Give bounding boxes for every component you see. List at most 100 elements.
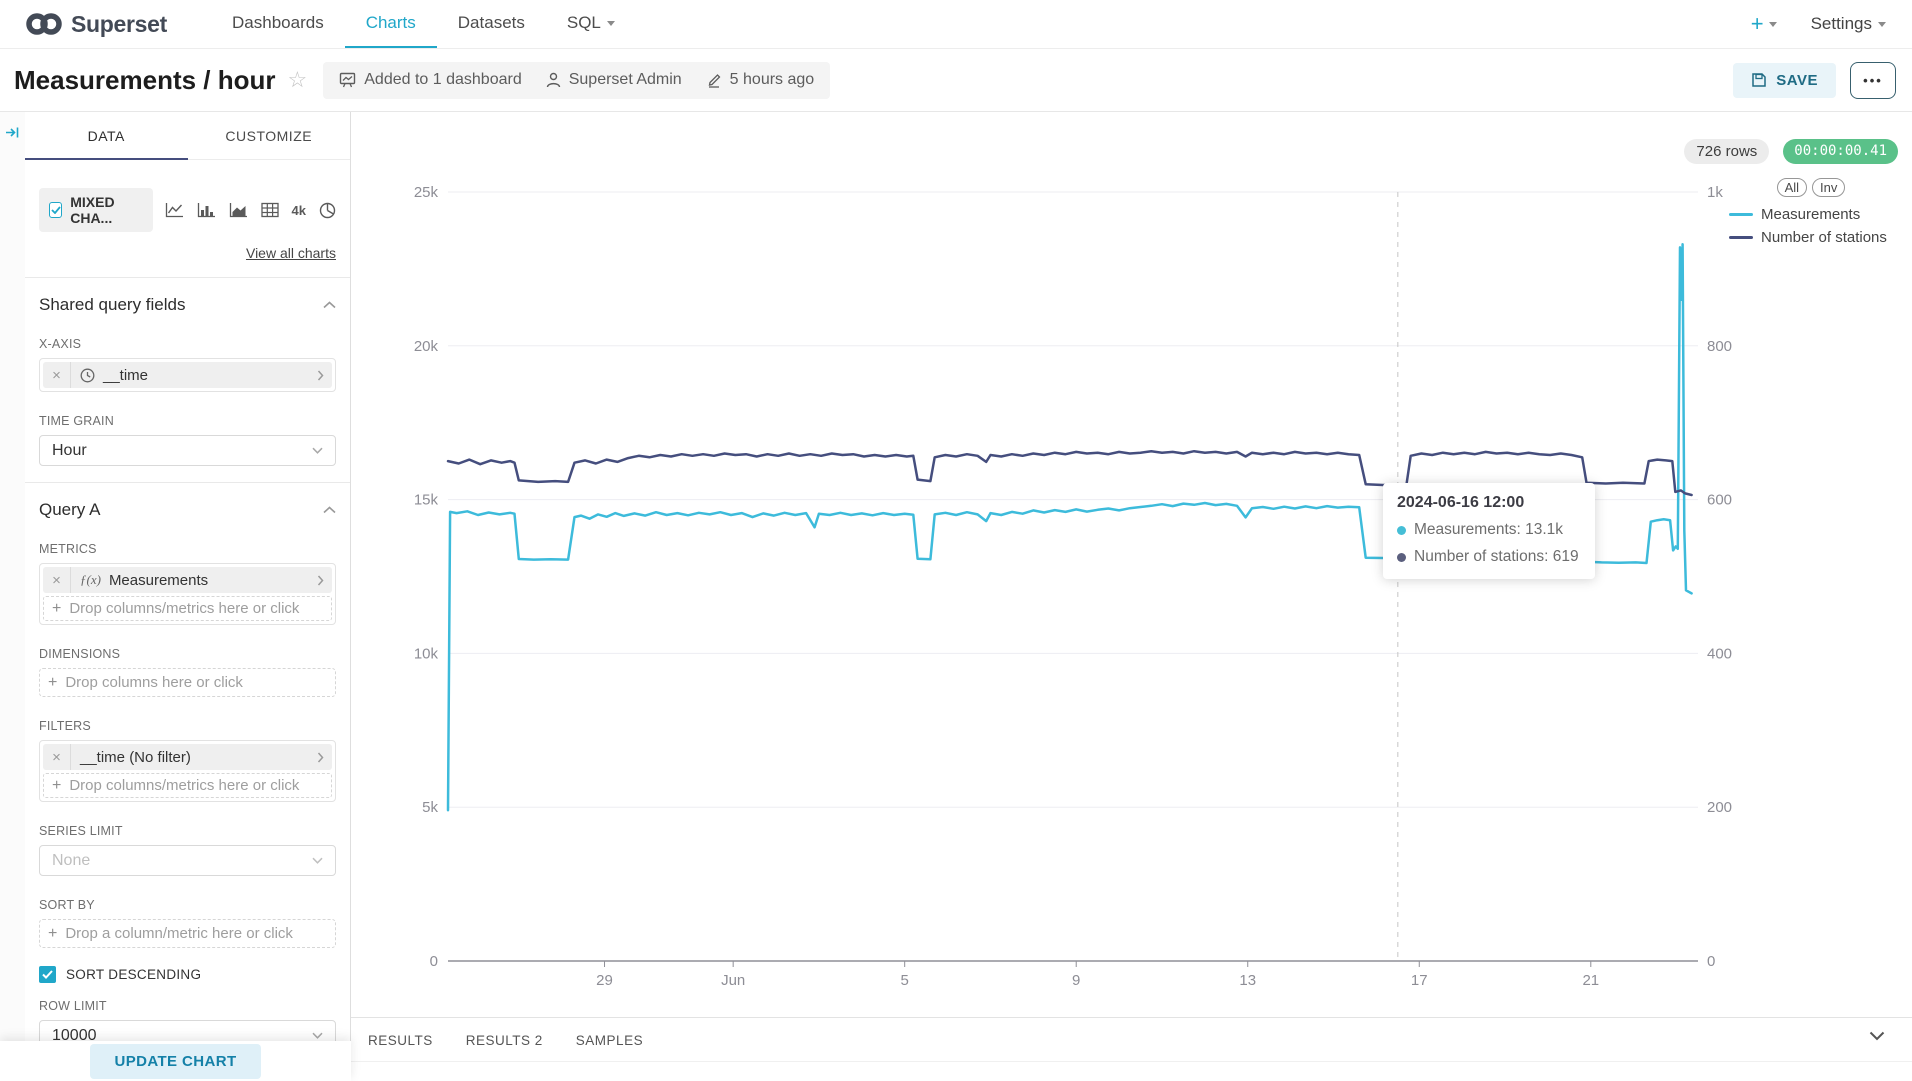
chart-legend: All Inv Measurements Number of stations [1729, 178, 1893, 246]
metrics-label: METRICS [39, 542, 336, 556]
superset-logo[interactable]: Superset [0, 0, 177, 48]
sort-descending-checkbox[interactable]: SORT DESCENDING [39, 966, 336, 983]
results-pane: RESULTS RESULTS 2 SAMPLES [351, 1017, 1912, 1062]
series-limit-label: SERIES LIMIT [39, 824, 336, 838]
series-dot-icon [1397, 553, 1406, 562]
chart-tooltip: 2024-06-16 12:00 Measurements: 13.1k Num… [1383, 483, 1595, 579]
svg-text:15k: 15k [414, 492, 439, 509]
plus-icon: + [48, 674, 57, 692]
top-nav: Superset Dashboards Charts Datasets SQL … [0, 0, 1912, 49]
caret-down-icon [1878, 22, 1886, 27]
series-limit-select[interactable]: None [39, 845, 336, 876]
filter-pill[interactable]: × __time (No filter) [43, 744, 332, 770]
filters-label: FILTERS [39, 719, 336, 733]
function-icon: ƒ(x) [80, 572, 101, 588]
view-all-charts-link[interactable]: View all charts [39, 245, 336, 261]
table-icon[interactable] [261, 202, 279, 218]
metrics-dropzone[interactable]: +Drop columns/metrics here or click [43, 596, 332, 621]
clock-icon [80, 368, 95, 383]
expand-panel-icon[interactable] [5, 126, 20, 139]
favorite-star-icon[interactable]: ☆ [288, 67, 308, 93]
legend-inv-button[interactable]: Inv [1812, 178, 1845, 197]
x-axis-control: × __time [39, 358, 336, 392]
series-swatch [1729, 236, 1753, 239]
svg-text:800: 800 [1707, 338, 1732, 355]
pie-chart-icon[interactable] [319, 202, 336, 219]
chevron-right-icon [317, 752, 332, 763]
x-axis-pill[interactable]: × __time [43, 362, 332, 388]
svg-text:Jun: Jun [721, 972, 745, 989]
settings-menu[interactable]: Settings [1811, 14, 1886, 34]
nav-item-datasets[interactable]: Datasets [437, 0, 546, 48]
query-timer-badge: 00:00:00.41 [1783, 139, 1898, 164]
nav-item-sql[interactable]: SQL [546, 0, 636, 48]
page-title: Measurements / hour [14, 65, 276, 96]
tab-customize[interactable]: CUSTOMIZE [188, 112, 351, 159]
chevron-down-icon [312, 857, 323, 864]
remove-icon[interactable]: × [43, 744, 71, 770]
sort-by-dropzone[interactable]: +Drop a column/metric here or click [39, 919, 336, 948]
chart-meta: Added to 1 dashboard Superset Admin 5 ho… [323, 62, 830, 99]
query-a-section[interactable]: Query A [25, 483, 350, 520]
new-button[interactable]: + [1751, 11, 1777, 37]
more-actions-button[interactable]: ••• [1850, 62, 1896, 99]
chevron-down-icon [312, 447, 323, 454]
nav-item-dashboards[interactable]: Dashboards [211, 0, 345, 48]
ellipsis-icon: ••• [1863, 73, 1883, 88]
dashboards-badge[interactable]: Added to 1 dashboard [339, 71, 521, 89]
caret-down-icon [1769, 22, 1777, 27]
time-grain-select[interactable]: Hour [39, 435, 336, 466]
legend-all-button[interactable]: All [1777, 178, 1807, 197]
filters-control: × __time (No filter) +Drop columns/metri… [39, 740, 336, 802]
legend-item-number-of-stations[interactable]: Number of stations [1729, 229, 1893, 246]
owner-badge: Superset Admin [546, 71, 682, 89]
last-modified[interactable]: 5 hours ago [706, 71, 815, 89]
panel-tabs: DATA CUSTOMIZE [25, 112, 350, 160]
svg-text:13: 13 [1239, 972, 1256, 989]
bar-chart-icon[interactable] [197, 202, 216, 218]
series-swatch [1729, 213, 1753, 216]
chevron-up-icon [323, 301, 336, 309]
chevron-up-icon [323, 506, 336, 514]
svg-text:29: 29 [596, 972, 613, 989]
shared-query-fields-section[interactable]: Shared query fields [25, 278, 350, 315]
pencil-icon [706, 72, 722, 88]
tooltip-timestamp: 2024-06-16 12:00 [1397, 494, 1581, 512]
update-chart-button[interactable]: UPDATE CHART [90, 1044, 260, 1079]
viz-type-label: MIXED CHA... [70, 194, 142, 226]
svg-text:5k: 5k [422, 799, 438, 816]
tab-data[interactable]: DATA [25, 112, 188, 159]
filters-dropzone[interactable]: +Drop columns/metrics here or click [43, 773, 332, 798]
metric-pill[interactable]: × ƒ(x)Measurements [43, 567, 332, 593]
nav-menu: Dashboards Charts Datasets SQL [211, 0, 636, 48]
svg-text:21: 21 [1582, 972, 1599, 989]
area-chart-icon[interactable] [229, 202, 248, 218]
line-chart-icon[interactable] [165, 202, 184, 218]
tooltip-row: Measurements: 13.1k [1397, 521, 1581, 539]
dimensions-dropzone[interactable]: +Drop columns here or click [39, 668, 336, 697]
checked-checkbox-icon [39, 966, 56, 983]
active-tab-underline [25, 158, 188, 160]
svg-text:200: 200 [1707, 799, 1732, 816]
legend-item-measurements[interactable]: Measurements [1729, 206, 1893, 223]
svg-text:0: 0 [430, 953, 438, 970]
save-icon [1751, 72, 1767, 88]
viz-type-selected[interactable]: MIXED CHA... [39, 188, 153, 232]
chevron-down-icon [312, 1032, 323, 1039]
big-number-icon[interactable]: 4k [292, 203, 306, 218]
checked-checkbox-icon [49, 202, 62, 218]
collapse-results-chevron-icon[interactable] [1869, 1031, 1885, 1041]
tab-results-2[interactable]: RESULTS 2 [466, 1033, 543, 1048]
control-panel: DATA CUSTOMIZE MIXED CHA... [25, 112, 351, 1081]
remove-icon[interactable]: × [43, 567, 71, 593]
tab-samples[interactable]: SAMPLES [576, 1033, 643, 1048]
nav-item-charts[interactable]: Charts [345, 0, 437, 48]
save-button[interactable]: SAVE [1733, 63, 1836, 98]
svg-text:17: 17 [1411, 972, 1428, 989]
remove-icon[interactable]: × [43, 362, 71, 388]
timeseries-chart-canvas[interactable]: 05k10k15k20k25k02004006008001k29Jun59131… [351, 112, 1912, 1017]
tab-results[interactable]: RESULTS [368, 1033, 433, 1048]
svg-text:1k: 1k [1707, 184, 1723, 201]
caret-down-icon [607, 21, 615, 26]
plus-icon: + [52, 777, 61, 795]
